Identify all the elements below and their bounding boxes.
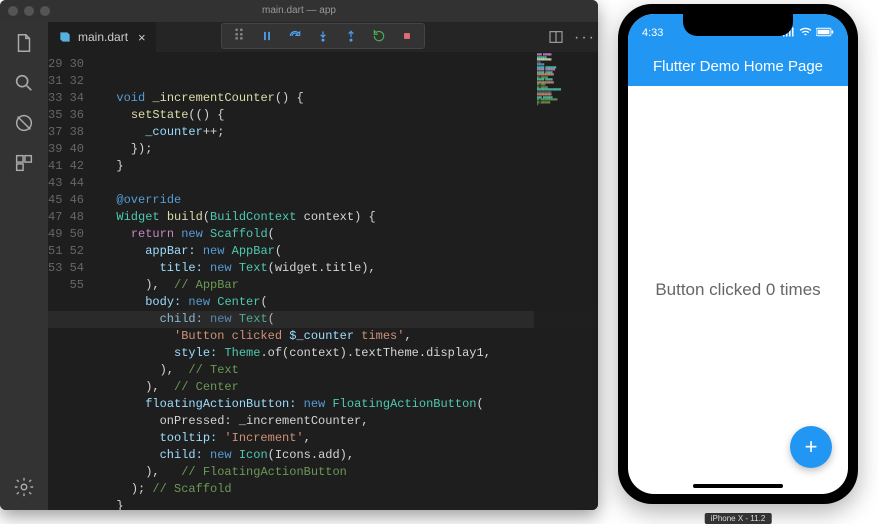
appbar-title: Flutter Demo Home Page bbox=[653, 58, 823, 75]
debug-step-out-button[interactable] bbox=[338, 25, 364, 47]
code-line: ), // AppBar bbox=[102, 278, 239, 292]
code-line: Widget build(BuildContext context) { bbox=[102, 210, 376, 224]
minimize-dot[interactable] bbox=[24, 6, 34, 16]
battery-icon bbox=[816, 27, 834, 40]
phone-screen: 4:33 Flutter Demo Home Page Butto bbox=[628, 14, 848, 494]
code-line: style: Theme.of(context).textTheme.displ… bbox=[102, 346, 491, 360]
editor-main: main.dart × ⠿ bbox=[48, 22, 598, 510]
settings-icon[interactable] bbox=[13, 476, 35, 498]
code-line: } bbox=[102, 159, 124, 173]
code-line bbox=[102, 176, 109, 190]
extensions-icon[interactable] bbox=[13, 152, 35, 174]
code-line: body: new Center( bbox=[102, 295, 268, 309]
more-icon[interactable]: ··· bbox=[574, 29, 590, 45]
code-content[interactable]: void _incrementCounter() { setState(() {… bbox=[94, 52, 598, 510]
code-line: title: new Text(widget.title), bbox=[102, 261, 376, 275]
phone-frame: 4:33 Flutter Demo Home Page Butto bbox=[618, 4, 858, 504]
line-number-gutter: 29 30 31 32 33 34 35 36 37 38 39 40 41 4… bbox=[48, 52, 94, 510]
status-time: 4:33 bbox=[642, 27, 663, 39]
window-controls bbox=[8, 6, 50, 16]
debug-restart-button[interactable] bbox=[366, 25, 392, 47]
debug-toolbar: ⠿ bbox=[221, 23, 425, 49]
debug-stop-button[interactable] bbox=[394, 25, 420, 47]
code-line: appBar: new AppBar( bbox=[102, 244, 282, 258]
debug-step-into-button[interactable] bbox=[310, 25, 336, 47]
code-line: 'Button clicked $_counter times', bbox=[102, 329, 412, 343]
code-line: @override bbox=[102, 193, 181, 207]
titlebar: main.dart — app bbox=[0, 0, 598, 22]
code-line: void _incrementCounter() { bbox=[102, 91, 304, 105]
plus-icon: + bbox=[805, 434, 818, 460]
code-line: tooltip: 'Increment', bbox=[102, 431, 311, 445]
code-line: } bbox=[102, 499, 124, 510]
tab-bar: main.dart × ⠿ bbox=[48, 22, 598, 52]
maximize-dot[interactable] bbox=[40, 6, 50, 16]
debug-icon[interactable] bbox=[13, 112, 35, 134]
code-line: ), // FloatingActionButton bbox=[102, 465, 347, 479]
debug-step-over-button[interactable] bbox=[282, 25, 308, 47]
body-text: Button clicked 0 times bbox=[655, 280, 820, 300]
code-line: ), // Text bbox=[102, 363, 239, 377]
tab-label: main.dart bbox=[78, 30, 128, 44]
window-title: main.dart — app bbox=[262, 5, 336, 16]
editor-body: main.dart × ⠿ bbox=[0, 22, 598, 510]
simulator-column: 4:33 Flutter Demo Home Page Butto bbox=[598, 0, 878, 522]
code-line: _counter++; bbox=[102, 125, 224, 139]
code-line: child: new Text( bbox=[102, 312, 275, 326]
editor-top-right-tools: ··· bbox=[548, 29, 590, 45]
code-line: ), // Center bbox=[102, 380, 239, 394]
code-line: ); // Scaffold bbox=[102, 482, 232, 496]
code-editor-window: main.dart — app bbox=[0, 0, 598, 510]
dart-file-icon bbox=[58, 30, 72, 44]
activity-bar bbox=[0, 22, 48, 510]
split-editor-icon[interactable] bbox=[548, 29, 564, 45]
phone-notch bbox=[683, 14, 793, 36]
code-line: setState(() { bbox=[102, 108, 224, 122]
app-bar: Flutter Demo Home Page bbox=[628, 46, 848, 86]
simulator-device-label: iPhone X - 11.2 bbox=[705, 513, 772, 524]
close-dot[interactable] bbox=[8, 6, 18, 16]
wifi-icon bbox=[799, 27, 812, 40]
code-line: onPressed: _incrementCounter, bbox=[102, 414, 368, 428]
code-area[interactable]: 29 30 31 32 33 34 35 36 37 38 39 40 41 4… bbox=[48, 52, 598, 510]
code-line: floatingActionButton: new FloatingAction… bbox=[102, 397, 484, 411]
tab-main-dart[interactable]: main.dart × bbox=[48, 22, 156, 52]
debug-grip-icon[interactable]: ⠿ bbox=[226, 25, 252, 47]
search-icon[interactable] bbox=[13, 72, 35, 94]
floating-action-button[interactable]: + bbox=[790, 426, 832, 468]
explorer-icon[interactable] bbox=[13, 32, 35, 54]
code-line: child: new Icon(Icons.add), bbox=[102, 448, 354, 462]
debug-pause-button[interactable] bbox=[254, 25, 280, 47]
home-indicator[interactable] bbox=[693, 484, 783, 488]
tab-close-icon[interactable]: × bbox=[138, 30, 146, 45]
minimap[interactable]: ████ ███████ ████████ ████████████ ███ █… bbox=[534, 52, 598, 510]
code-line: }); bbox=[102, 142, 152, 156]
code-line: return new Scaffold( bbox=[102, 227, 275, 241]
